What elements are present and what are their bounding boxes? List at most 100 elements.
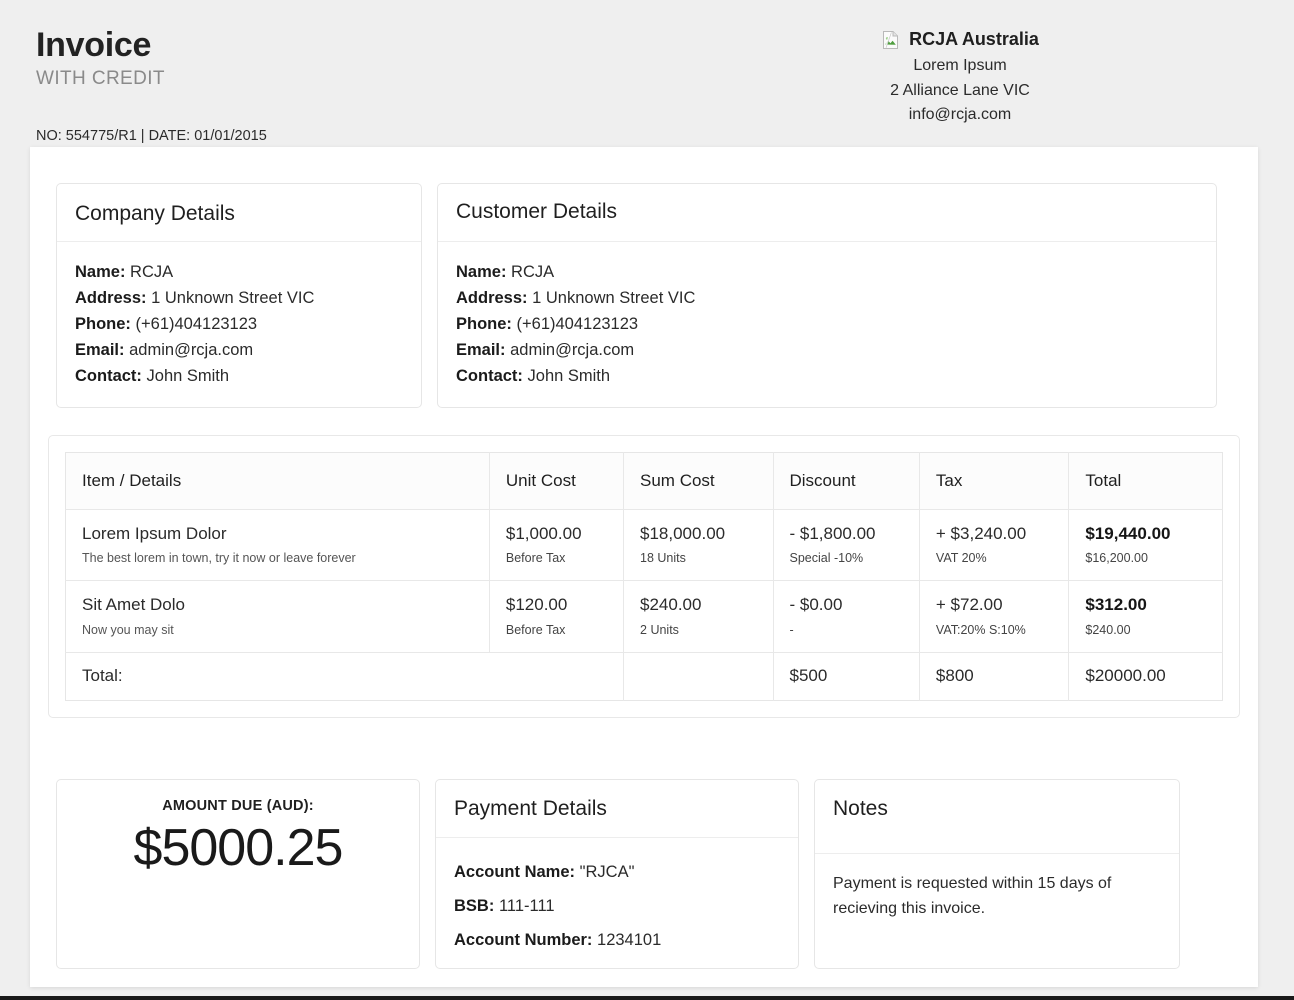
item-description: Now you may sit: [82, 623, 473, 638]
sum-cost-note: 2 Units: [640, 623, 756, 638]
payment-details-field: BSB: 111-111: [454, 890, 780, 924]
company-identity: RCJA Australia Lorem Ipsum 2 Alliance La…: [760, 26, 1160, 128]
field-label: Account Number:: [454, 931, 592, 949]
item-name: Sit Amet Dolo: [82, 594, 473, 615]
cell-total: $19,440.00 $16,200.00: [1069, 510, 1223, 581]
summary-row: AMOUNT DUE (AUD): $5000.25 Payment Detai…: [56, 779, 1232, 969]
item-name: Lorem Ipsum Dolor: [82, 523, 473, 544]
invoice-header: Invoice WITH CREDIT NO: 554775/R1 | DATE…: [0, 0, 1294, 147]
company-details-card: Company Details Name: RCJA Address: 1 Un…: [56, 183, 422, 408]
field-value: RCJA: [511, 263, 554, 281]
unit-cost-note: Before Tax: [506, 623, 607, 638]
field-label: Address:: [456, 289, 528, 307]
amount-due-card: AMOUNT DUE (AUD): $5000.25: [56, 779, 420, 969]
field-label: Contact:: [75, 367, 142, 385]
items-table-body: Lorem Ipsum Dolor The best lorem in town…: [66, 510, 1223, 701]
cell-total: $312.00 $240.00: [1069, 581, 1223, 652]
discount-note: -: [790, 623, 903, 638]
total-note: $16,200.00: [1085, 551, 1206, 566]
broken-image-icon: [881, 30, 901, 50]
customer-details-field: Address: 1 Unknown Street VIC: [456, 286, 1198, 312]
company-details-field: Email: admin@rcja.com: [75, 338, 403, 364]
page-title: Invoice: [36, 28, 165, 64]
title-block: Invoice WITH CREDIT: [36, 28, 165, 90]
table-row: Sit Amet Dolo Now you may sit $120.00 Be…: [66, 581, 1223, 652]
sum-cost-note: 18 Units: [640, 551, 756, 566]
cell-tax: + $3,240.00 VAT 20%: [919, 510, 1068, 581]
page-subtitle: WITH CREDIT: [36, 68, 165, 90]
total-value: $19,440.00: [1085, 523, 1206, 544]
field-value: "RJCA": [580, 863, 635, 881]
field-value: John Smith: [147, 367, 230, 385]
company-details-body: Name: RCJA Address: 1 Unknown Street VIC…: [57, 242, 421, 407]
cell-sum-cost: $18,000.00 18 Units: [624, 510, 773, 581]
column-header-unit-cost: Unit Cost: [489, 453, 623, 510]
invoice-page: Invoice WITH CREDIT NO: 554775/R1 | DATE…: [0, 0, 1294, 1000]
cell-sum-cost: $240.00 2 Units: [624, 581, 773, 652]
column-header-tax: Tax: [919, 453, 1068, 510]
customer-details-field: Name: RCJA: [456, 260, 1198, 286]
amount-due-value: $5000.25: [134, 820, 343, 877]
tax-note: VAT:20% S:10%: [936, 623, 1052, 638]
discount-note: Special -10%: [790, 551, 903, 566]
customer-details-field: Email: admin@rcja.com: [456, 338, 1198, 364]
company-name-row: RCJA Australia: [760, 26, 1160, 54]
payment-details-field: Account Number: 1234101: [454, 924, 780, 958]
field-value: RCJA: [130, 263, 173, 281]
company-details-field: Phone: (+61)404123123: [75, 312, 403, 338]
notes-card: Notes Payment is requested within 15 day…: [814, 779, 1180, 969]
company-details-field: Contact: John Smith: [75, 364, 403, 390]
column-header-total: Total: [1069, 453, 1223, 510]
customer-details-body: Name: RCJA Address: 1 Unknown Street VIC…: [438, 242, 1216, 407]
field-label: Contact:: [456, 367, 523, 385]
total-note: $240.00: [1085, 623, 1206, 638]
field-value: (+61)404123123: [136, 315, 258, 333]
field-label: Name:: [75, 263, 125, 281]
table-row: Lorem Ipsum Dolor The best lorem in town…: [66, 510, 1223, 581]
cell-item: Lorem Ipsum Dolor The best lorem in town…: [66, 510, 490, 581]
discount-value: - $1,800.00: [790, 523, 903, 544]
field-value: 111-111: [499, 897, 555, 915]
field-value: John Smith: [528, 367, 611, 385]
tax-note: VAT 20%: [936, 551, 1052, 566]
total-value: $312.00: [1085, 594, 1206, 615]
company-email: info@rcja.com: [760, 103, 1160, 128]
field-value: 1 Unknown Street VIC: [151, 289, 314, 307]
totals-row: Total: $500 $800 $20000.00: [66, 652, 1223, 700]
cell-tax: + $72.00 VAT:20% S:10%: [919, 581, 1068, 652]
customer-details-field: Phone: (+61)404123123: [456, 312, 1198, 338]
column-header-item: Item / Details: [66, 453, 490, 510]
items-table-head: Item / Details Unit Cost Sum Cost Discou…: [66, 453, 1223, 510]
unit-cost-value: $120.00: [506, 594, 607, 615]
cell-unit-cost: $120.00 Before Tax: [489, 581, 623, 652]
discount-value: - $0.00: [790, 594, 903, 615]
item-description: The best lorem in town, try it now or le…: [82, 551, 473, 566]
payment-details-card: Payment Details Account Name: "RJCA" BSB…: [435, 779, 799, 969]
company-details-field: Address: 1 Unknown Street VIC: [75, 286, 403, 312]
customer-details-heading: Customer Details: [438, 184, 1216, 242]
field-label: Account Name:: [454, 863, 575, 881]
cell-item: Sit Amet Dolo Now you may sit: [66, 581, 490, 652]
totals-label: Total:: [66, 652, 624, 700]
field-label: Phone:: [456, 315, 512, 333]
payment-details-body: Account Name: "RJCA" BSB: 111-111 Accoun…: [436, 838, 798, 975]
totals-discount: $500: [773, 652, 919, 700]
details-row: Company Details Name: RCJA Address: 1 Un…: [56, 183, 1232, 408]
field-label: Email:: [456, 341, 506, 359]
column-header-sum-cost: Sum Cost: [624, 453, 773, 510]
field-value: 1234101: [597, 931, 661, 949]
field-value: 1 Unknown Street VIC: [532, 289, 695, 307]
cell-unit-cost: $1,000.00 Before Tax: [489, 510, 623, 581]
totals-total: $20000.00: [1069, 652, 1223, 700]
company-name: RCJA Australia: [909, 26, 1039, 54]
invoice-sheet: Company Details Name: RCJA Address: 1 Un…: [30, 147, 1258, 987]
company-address: 2 Alliance Lane VIC: [760, 79, 1160, 104]
field-value: (+61)404123123: [517, 315, 639, 333]
viewport-bottom-edge: [0, 996, 1294, 1000]
company-details-field: Name: RCJA: [75, 260, 403, 286]
column-header-discount: Discount: [773, 453, 919, 510]
field-label: Address:: [75, 289, 147, 307]
customer-details-field: Contact: John Smith: [456, 364, 1198, 390]
items-table-container: Item / Details Unit Cost Sum Cost Discou…: [48, 435, 1240, 718]
payment-details-field: Account Name: "RJCA": [454, 856, 780, 890]
